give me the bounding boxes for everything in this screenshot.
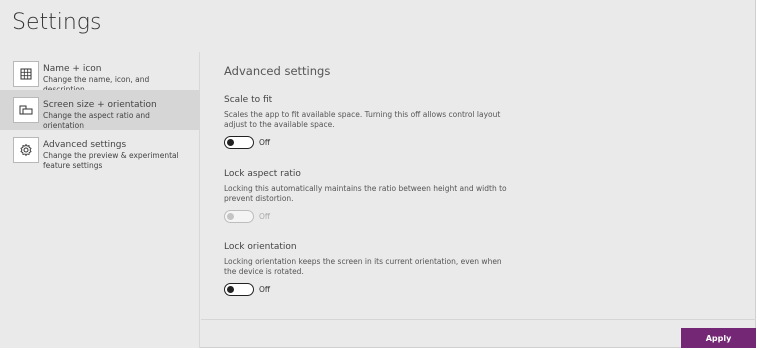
- setting-lock-aspect-ratio: Lock aspect ratio Locking this automatic…: [224, 168, 524, 223]
- sidebar-item-description: Change the aspect ratio and orientation: [43, 111, 150, 130]
- settings-content: Advanced settings Scale to fit Scales th…: [201, 52, 756, 320]
- sidebar-item-screen-size[interactable]: Screen size + orientation Change the asp…: [0, 90, 200, 130]
- screen-orientation-icon: [13, 97, 39, 123]
- setting-label: Lock aspect ratio: [224, 169, 301, 179]
- sidebar-item-description: Change the preview & experimental featur…: [43, 151, 179, 170]
- toggle-state-label: Off: [259, 212, 271, 221]
- setting-description: Locking orientation keeps the screen in …: [224, 257, 502, 276]
- sidebar-item-advanced-settings[interactable]: Advanced settings Change the preview & e…: [0, 132, 200, 178]
- sidebar-item-name-icon[interactable]: Name + icon Change the name, icon, and d…: [0, 55, 200, 95]
- setting-label: Lock orientation: [224, 242, 297, 252]
- page-title: Settings: [12, 10, 102, 35]
- apply-button[interactable]: Apply: [681, 328, 756, 348]
- toggle-state-label: Off: [259, 138, 271, 147]
- setting-label: Scale to fit: [224, 95, 273, 105]
- sidebar-item-title: Name + icon: [43, 64, 102, 74]
- sidebar-item-title: Advanced settings: [43, 140, 127, 150]
- lock-orientation-toggle[interactable]: [224, 283, 254, 296]
- setting-description: Locking this automatically maintains the…: [224, 184, 507, 203]
- setting-scale-to-fit: Scale to fit Scales the app to fit avail…: [224, 94, 524, 149]
- setting-description: Scales the app to fit available space. T…: [224, 110, 501, 129]
- section-title: Advanced settings: [224, 64, 331, 78]
- sidebar-item-title: Screen size + orientation: [43, 100, 157, 110]
- footer-divider: [201, 319, 756, 320]
- toggle-state-label: Off: [259, 285, 271, 294]
- settings-window: Settings Name + icon Change the name, ic…: [0, 0, 756, 348]
- scale-to-fit-toggle[interactable]: [224, 136, 254, 149]
- setting-lock-orientation: Lock orientation Locking orientation kee…: [224, 241, 524, 296]
- lock-aspect-ratio-toggle[interactable]: [224, 210, 254, 223]
- sidebar: Name + icon Change the name, icon, and d…: [0, 52, 200, 348]
- gear-icon: [13, 137, 39, 163]
- grid-icon: [13, 61, 39, 87]
